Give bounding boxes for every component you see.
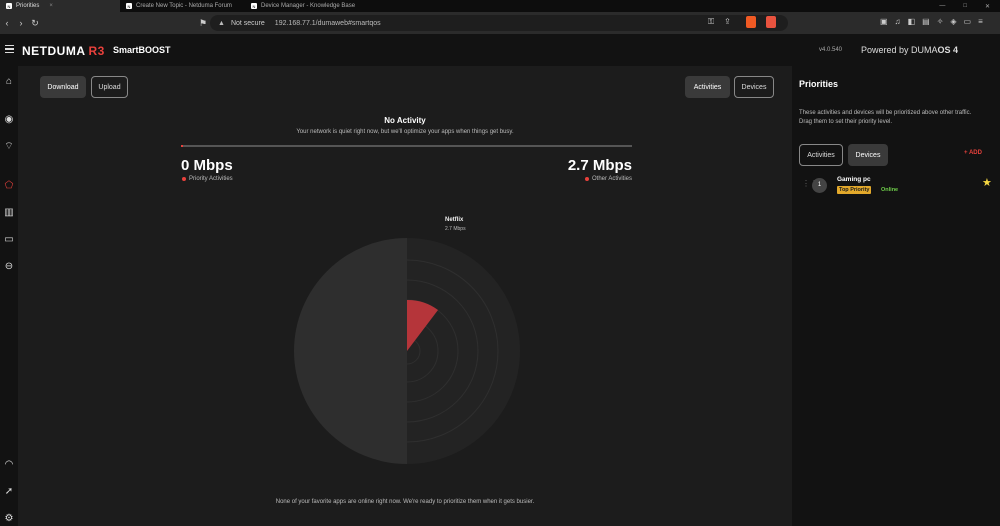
tab-favicon-icon: N: [251, 3, 257, 9]
browser-tab-bar: N Priorities × N Create New Topic - Netd…: [0, 0, 1000, 12]
priority-dot-icon: [182, 177, 186, 181]
tab-close-icon[interactable]: ×: [49, 3, 53, 9]
maximize-icon[interactable]: □: [963, 3, 967, 9]
powered-by: Powered by DUMAOS 4: [861, 45, 958, 55]
upload-button[interactable]: Upload: [91, 76, 128, 98]
wallet-icon[interactable]: ▭: [964, 17, 972, 26]
tab-knowledge-base[interactable]: N Device Manager - Knowledge Base: [245, 0, 370, 12]
minimize-icon[interactable]: —: [939, 3, 945, 9]
page-title: SmartBOOST: [113, 45, 171, 55]
forward-icon[interactable]: ›: [14, 18, 28, 28]
menu-icon[interactable]: ≡: [978, 17, 983, 26]
netduma-logo: NETDUMA R3: [22, 44, 105, 58]
tab-label: Create New Topic - Netduma Forum: [136, 3, 232, 9]
left-nav: ⌂ ◉ ⌔ ⬠ ▥ ▭ ⊖ ◠ ➚ ⚙: [0, 66, 18, 526]
priorities-description: These activities and devices will be pri…: [799, 110, 972, 125]
priority-label-text: Priority Activities: [189, 176, 233, 182]
other-speed: 2.7 Mbps: [567, 157, 632, 174]
home-icon[interactable]: ⌂: [3, 76, 15, 88]
online-status: Online: [881, 187, 899, 193]
bookmark-icon[interactable]: ⚑: [196, 18, 210, 29]
powered-os: OS 4: [937, 45, 959, 55]
priorities-panel: Priorities These activities and devices …: [792, 66, 1000, 526]
hamburger-menu-icon[interactable]: [5, 45, 14, 53]
tab-favicon-icon: N: [126, 3, 132, 9]
download-button[interactable]: Download: [40, 76, 86, 98]
other-label: Other Activities: [584, 176, 632, 182]
speedometer-icon[interactable]: ◠: [3, 459, 15, 471]
activities-toggle-button[interactable]: Activities: [685, 76, 730, 98]
radar-left-half: [294, 238, 407, 464]
bookmark-list-icon[interactable]: ▤: [922, 17, 930, 26]
back-icon[interactable]: ‹: [0, 18, 14, 28]
chart-icon[interactable]: ▥: [3, 207, 15, 219]
priorities-title: Priorities: [799, 79, 839, 89]
close-window-icon[interactable]: ✕: [985, 3, 990, 10]
powered-prefix: Powered by DUMA: [861, 45, 938, 55]
priority-rank: 1: [812, 178, 827, 193]
tab-priorities[interactable]: N Priorities ×: [0, 0, 120, 12]
tab-favicon-icon: N: [6, 3, 12, 9]
chart-app-label: Netflix: [445, 217, 464, 223]
omnibox-icons: ⚿ ⇪: [708, 17, 731, 27]
tab-label: Device Manager - Knowledge Base: [261, 3, 356, 9]
wifi-icon[interactable]: ⌔: [3, 141, 15, 153]
other-label-text: Other Activities: [591, 176, 632, 182]
window-controls: — □ ✕: [939, 0, 1000, 12]
address-bar[interactable]: ▲ Not secure 192.168.77.1/dumaweb#smartq…: [210, 15, 788, 31]
status-title: No Activity: [384, 116, 426, 125]
block-icon[interactable]: ⊖: [3, 261, 15, 273]
bandwidth-bar: [181, 145, 632, 147]
sidebar-toggle-icon[interactable]: ▣: [880, 17, 888, 26]
smartboost-icon[interactable]: ⬠: [3, 180, 15, 192]
rocket-icon[interactable]: ➚: [3, 486, 15, 498]
extensions-icon[interactable]: ✧: [937, 17, 944, 26]
url-text[interactable]: 192.168.77.1/dumaweb#smartqos: [275, 20, 381, 27]
device-list-item[interactable]: ⋮⋮ 1 Gaming pc Top Priority Online ★: [800, 174, 996, 198]
panel-icon[interactable]: ◧: [908, 17, 916, 26]
devices-icon[interactable]: ▭: [3, 234, 15, 246]
other-dot-icon: [584, 177, 589, 181]
logo-text: NETDUMA: [22, 44, 86, 58]
device-name: Gaming pc: [837, 176, 871, 183]
traffic-radar-chart: [294, 238, 520, 464]
footer-message: None of your favorite apps are online ri…: [275, 499, 535, 505]
reload-icon[interactable]: ↻: [28, 18, 42, 29]
logo-model: R3: [88, 44, 105, 58]
radar-right-half: [407, 238, 520, 464]
top-priority-badge: Top Priority: [837, 186, 872, 194]
music-icon[interactable]: ♫: [895, 17, 901, 26]
activities-tab[interactable]: Activities: [799, 144, 843, 166]
tab-label: Priorities: [16, 3, 40, 9]
priority-label: Priority Activities: [182, 176, 233, 182]
warning-icon: ▲: [218, 19, 225, 27]
chart-app-speed: 2.7 Mbps: [445, 226, 466, 232]
security-label: Not secure: [230, 19, 265, 27]
bandwidth-bar-fill: [181, 145, 183, 147]
devices-toggle-button[interactable]: Devices: [734, 76, 774, 98]
browser-toolbar: ‹ › ↻ ⚑ ▲ Not secure 192.168.77.1/dumawe…: [0, 12, 1000, 34]
star-icon[interactable]: ★: [982, 176, 992, 189]
app-header: NETDUMA R3 SmartBOOST v4.0.540 Powered by…: [0, 34, 1000, 66]
share-icon[interactable]: ⇪: [724, 17, 731, 27]
version-label: v4.0.540: [819, 47, 843, 53]
settings-icon[interactable]: ⚙: [3, 513, 15, 525]
status-subtitle: Your network is quiet right now, but we'…: [296, 129, 514, 135]
brave-rewards-icon[interactable]: [766, 16, 776, 28]
location-icon[interactable]: ◉: [3, 114, 15, 126]
vpn-icon[interactable]: ◈: [950, 17, 956, 26]
brave-shield-icon[interactable]: [746, 16, 756, 28]
tab-forum[interactable]: N Create New Topic - Netduma Forum: [120, 0, 245, 12]
devices-tab[interactable]: Devices: [848, 144, 888, 166]
priority-speed: 0 Mbps: [181, 157, 233, 174]
main-panel: Download Upload Activities Devices No Ac…: [18, 66, 792, 526]
key-icon[interactable]: ⚿: [708, 17, 714, 27]
extension-icons: ▣ ♫ ◧ ▤ ✧ ◈ ▭ ≡: [880, 17, 983, 26]
add-button[interactable]: + ADD: [964, 150, 982, 156]
